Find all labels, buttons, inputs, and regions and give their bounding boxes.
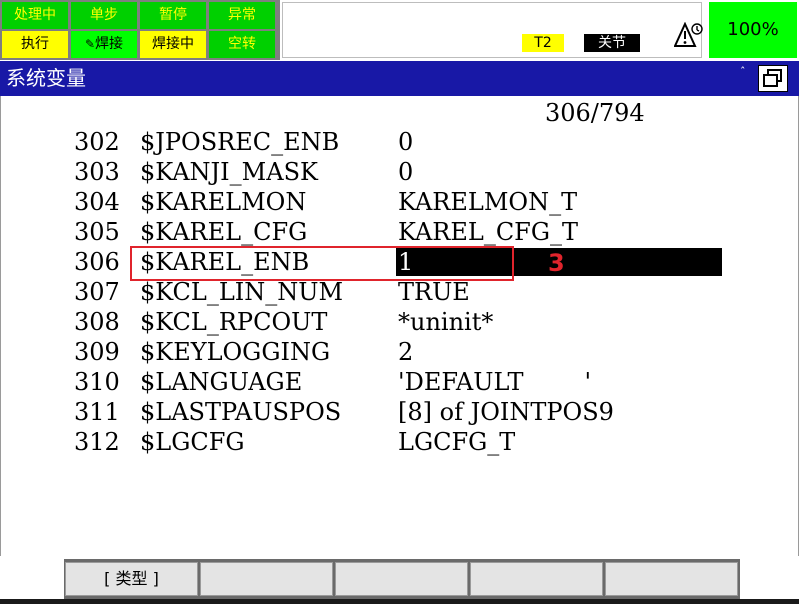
row-number: 308	[74, 308, 120, 336]
table-row[interactable]: 303 $KANJI_MASK 0	[0, 158, 799, 188]
variable-value: TRUE	[398, 278, 470, 306]
variable-value: KARELMON_T	[398, 188, 578, 216]
caret-up-icon: ˆ	[740, 65, 746, 78]
variable-name: $KEYLOGGING	[140, 338, 331, 366]
variable-value: LGCFG_T	[398, 428, 516, 456]
f1-type-key[interactable]: [ 类型 ]	[65, 562, 198, 596]
coord-badge: 关节	[584, 34, 640, 52]
variable-name: $JPOSREC_ENB	[140, 128, 340, 156]
status-hold: 暂停	[140, 2, 206, 29]
prev-page-key[interactable]	[0, 559, 64, 599]
annotation-highlight-box	[130, 246, 514, 281]
variable-name: $KCL_LIN_NUM	[140, 278, 344, 306]
status-fault: 异常	[209, 2, 275, 29]
variable-name: $LASTPAUSPOS	[140, 398, 342, 426]
variable-value: [8] of JOINTPOS9	[398, 398, 614, 426]
next-page-key[interactable]	[740, 559, 799, 599]
f4-key[interactable]	[470, 562, 603, 596]
variable-value: 'DEFAULT '	[398, 368, 592, 396]
function-key-bar: [ 类型 ]	[0, 559, 799, 599]
table-row[interactable]: 302 $JPOSREC_ENB 0	[0, 128, 799, 158]
f3-key[interactable]	[335, 562, 468, 596]
variable-value: *uninit*	[398, 308, 494, 336]
bottom-border	[0, 599, 799, 604]
table-row[interactable]: 312 $LGCFG LGCFG_T	[0, 428, 799, 458]
table-row[interactable]: 304 $KARELMON KARELMON_T	[0, 188, 799, 218]
variable-name: $KARELMON	[140, 188, 307, 216]
page-title: 系统变量	[6, 66, 86, 90]
row-number: 310	[74, 368, 120, 396]
row-number: 303	[74, 158, 120, 186]
f2-key[interactable]	[200, 562, 333, 596]
variable-name: $KAREL_CFG	[140, 218, 308, 246]
status-dry-run: 空转	[209, 31, 275, 58]
row-number: 311	[74, 398, 120, 426]
row-number: 306	[74, 248, 120, 276]
override-percent[interactable]: 100%	[709, 2, 797, 58]
variable-value: KAREL_CFG_T	[398, 218, 579, 246]
table-row[interactable]: 307 $KCL_LIN_NUM TRUE	[0, 278, 799, 308]
variable-name: $LANGUAGE	[140, 368, 303, 396]
table-row[interactable]: 311 $LASTPAUSPOS [8] of JOINTPOS9	[0, 398, 799, 428]
f5-key[interactable]	[605, 562, 738, 596]
row-number: 309	[74, 338, 120, 366]
table-row[interactable]: 310 $LANGUAGE 'DEFAULT '	[0, 368, 799, 398]
warning-triangle-icon	[674, 22, 703, 47]
table-row[interactable]: 305 $KAREL_CFG KAREL_CFG_T	[0, 218, 799, 248]
row-number: 312	[74, 428, 120, 456]
status-welding: 焊接中	[140, 31, 206, 58]
variable-value: 0	[398, 128, 414, 156]
weld-pen-icon: ✎	[84, 37, 96, 51]
variable-name: $KCL_RPCOUT	[140, 308, 328, 336]
mode-badge: T2	[522, 34, 564, 52]
variable-name: $KANJI_MASK	[140, 158, 318, 186]
status-step: 单步	[71, 2, 137, 29]
status-weld: ✎焊接	[71, 31, 137, 58]
row-number: 305	[74, 218, 120, 246]
restore-window-icon[interactable]	[758, 65, 788, 92]
row-number: 307	[74, 278, 120, 306]
row-number: 302	[74, 128, 120, 156]
variable-value: 2	[398, 338, 414, 366]
status-run: 执行	[2, 31, 68, 58]
table-row[interactable]: 308 $KCL_RPCOUT *uninit*	[0, 308, 799, 338]
status-panel: 处理中 单步 暂停 异常 执行 ✎焊接 焊接中 空转	[0, 0, 280, 60]
title-bar: 系统变量 ˆ	[0, 61, 799, 96]
variable-value: 0	[398, 158, 414, 186]
status-busy: 处理中	[2, 2, 68, 29]
item-counter: 306/794	[545, 99, 645, 127]
status-weld-label: 焊接	[95, 36, 124, 52]
table-row[interactable]: 309 $KEYLOGGING 2	[0, 338, 799, 368]
annotation-step-number: 3	[548, 249, 565, 277]
variable-name: $LGCFG	[140, 428, 245, 456]
row-number: 304	[74, 188, 120, 216]
